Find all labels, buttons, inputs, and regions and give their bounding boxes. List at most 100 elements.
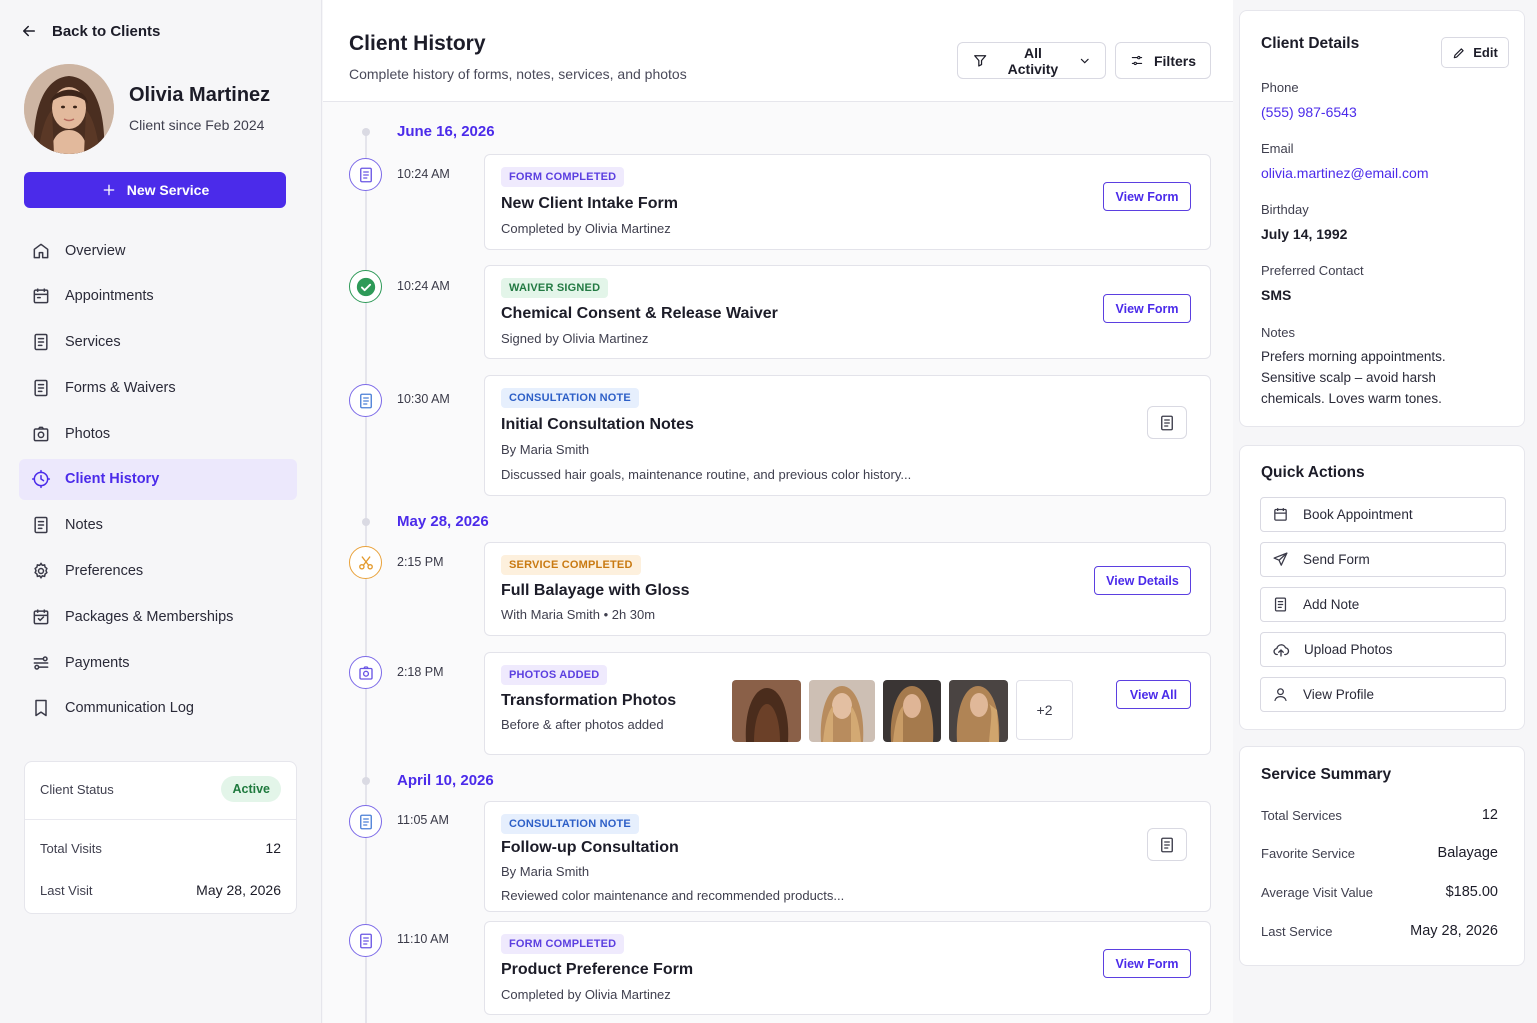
client-name: Olivia Martinez bbox=[129, 84, 271, 106]
page-title: Client History bbox=[349, 32, 486, 55]
view-details-button[interactable]: View Details bbox=[1094, 566, 1191, 595]
email-link[interactable]: olivia.martinez@email.com bbox=[1261, 165, 1428, 181]
quick-action-label: Upload Photos bbox=[1304, 642, 1393, 657]
sidebar-item-label: Client History bbox=[65, 471, 160, 488]
filters-button[interactable]: Filters bbox=[1115, 42, 1211, 79]
upload-photos-button[interactable]: Upload Photos bbox=[1260, 632, 1506, 667]
entry-tag: CONSULTATION NOTE bbox=[501, 814, 639, 834]
service-summary-panel: Service Summary Total Services 12 Favori… bbox=[1239, 746, 1525, 966]
add-note-button[interactable]: Add Note bbox=[1260, 587, 1506, 622]
sidebar-item-label: Payments bbox=[65, 654, 130, 671]
entry-time: 10:24 AM bbox=[397, 279, 450, 293]
entry-tag: PHOTOS ADDED bbox=[501, 665, 608, 685]
quick-actions-title: Quick Actions bbox=[1261, 464, 1365, 481]
entry-subtitle: Completed by Olivia Martinez bbox=[501, 987, 671, 1002]
service-summary-title: Service Summary bbox=[1261, 766, 1392, 783]
entry-tag: FORM COMPLETED bbox=[501, 934, 625, 954]
pencil-icon bbox=[1453, 47, 1464, 58]
bookmark-icon bbox=[35, 700, 47, 717]
view-note-button[interactable] bbox=[1147, 828, 1187, 861]
new-service-button[interactable]: New Service bbox=[24, 172, 286, 208]
notes-label: Notes bbox=[1261, 325, 1295, 340]
sidebar-item-payments[interactable]: Payments bbox=[19, 642, 297, 683]
view-form-button[interactable]: View Form bbox=[1103, 949, 1191, 978]
photo-thumbnail[interactable] bbox=[732, 680, 801, 742]
back-to-clients-link[interactable]: Back to Clients bbox=[20, 22, 160, 40]
summary-value: 12 bbox=[1481, 807, 1498, 823]
view-all-button[interactable]: View All bbox=[1116, 680, 1191, 709]
edit-button[interactable]: Edit bbox=[1441, 37, 1509, 68]
entry-description: Discussed hair goals, maintenance routin… bbox=[501, 467, 912, 482]
sidebar-item-appointments[interactable]: Appointments bbox=[19, 276, 297, 317]
filters-label: Filters bbox=[1153, 52, 1196, 69]
more-photos-button[interactable]: +2 bbox=[1016, 680, 1073, 740]
summary-label: Average Visit Value bbox=[1261, 884, 1374, 900]
sidebar-nav: Overview Appointments Services Forms & W… bbox=[19, 230, 297, 734]
activity-filter-dropdown[interactable]: All Activity bbox=[957, 42, 1106, 79]
entry-subtitle: By Maria Smith bbox=[501, 442, 590, 457]
summary-row: Average Visit Value $185.00 bbox=[1261, 884, 1498, 900]
divider bbox=[25, 819, 296, 820]
document-icon bbox=[1161, 415, 1173, 430]
view-form-button[interactable]: View Form bbox=[1103, 294, 1191, 323]
note-icon bbox=[349, 805, 382, 838]
timeline-entry-card: FORM COMPLETED New Client Intake Form Co… bbox=[484, 154, 1211, 250]
entry-tag: WAIVER SIGNED bbox=[501, 278, 609, 298]
summary-row: Total Services 12 bbox=[1261, 807, 1498, 823]
summary-value: $185.00 bbox=[1445, 884, 1498, 900]
last-visit-value: May 28, 2026 bbox=[196, 882, 281, 898]
photo-thumbnail[interactable] bbox=[883, 680, 941, 742]
sidebar-item-forms-waivers[interactable]: Forms & Waivers bbox=[19, 367, 297, 408]
sidebar-item-communication-log[interactable]: Communication Log bbox=[19, 688, 297, 729]
timeline-entry-card: SERVICE COMPLETED Full Balayage with Glo… bbox=[484, 542, 1211, 636]
preferred-contact-label: Preferred Contact bbox=[1261, 263, 1364, 278]
timeline-entry-card: CONSULTATION NOTE Initial Consultation N… bbox=[484, 375, 1211, 496]
entry-title: Product Preference Form bbox=[501, 961, 694, 978]
sidebar-item-services[interactable]: Services bbox=[19, 322, 297, 363]
view-form-button[interactable]: View Form bbox=[1103, 182, 1191, 211]
sidebar-item-notes[interactable]: Notes bbox=[19, 505, 297, 546]
document-icon bbox=[34, 379, 48, 397]
summary-value: May 28, 2026 bbox=[1410, 923, 1498, 939]
photo-thumbnail[interactable] bbox=[949, 680, 1008, 742]
home-icon bbox=[33, 243, 49, 258]
preferred-contact-value: SMS bbox=[1261, 287, 1292, 303]
entry-time: 10:30 AM bbox=[397, 392, 450, 406]
client-details-panel: Client Details Edit Phone (555) 987-6543… bbox=[1239, 10, 1525, 427]
sidebar-item-packages-memberships[interactable]: Packages & Memberships bbox=[19, 596, 297, 637]
entry-time: 10:24 AM bbox=[397, 167, 450, 181]
sidebar-item-client-history[interactable]: Client History bbox=[19, 458, 297, 500]
view-profile-button[interactable]: View Profile bbox=[1260, 677, 1506, 712]
calendar-icon bbox=[1274, 508, 1287, 521]
entry-time: 2:15 PM bbox=[397, 555, 444, 569]
entry-subtitle: Completed by Olivia Martinez bbox=[501, 221, 671, 236]
timeline-date: June 16, 2026 bbox=[397, 123, 495, 140]
photo-thumbnail[interactable] bbox=[809, 680, 875, 742]
note-icon bbox=[349, 384, 382, 417]
timeline-entry-card: WAIVER SIGNED Chemical Consent & Release… bbox=[484, 265, 1211, 359]
summary-row: Favorite Service Balayage bbox=[1261, 845, 1498, 861]
send-form-button[interactable]: Send Form bbox=[1260, 542, 1506, 577]
entry-subtitle: Before & after photos added bbox=[501, 717, 664, 732]
sidebar-item-overview[interactable]: Overview bbox=[19, 230, 297, 271]
sidebar-item-photos[interactable]: Photos bbox=[19, 413, 297, 454]
sidebar-item-label: Preferences bbox=[65, 563, 144, 580]
activity-filter-label: All Activity bbox=[1007, 44, 1059, 77]
page-subtitle: Complete history of forms, notes, servic… bbox=[349, 66, 687, 82]
user-icon bbox=[1274, 688, 1287, 702]
summary-label: Favorite Service bbox=[1261, 845, 1355, 861]
sidebar-item-label: Forms & Waivers bbox=[65, 379, 176, 396]
plus-icon bbox=[103, 184, 115, 196]
chevron-down-icon bbox=[1080, 58, 1089, 63]
entry-title: Full Balayage with Gloss bbox=[501, 582, 690, 599]
entry-tag: SERVICE COMPLETED bbox=[501, 555, 641, 575]
phone-link[interactable]: (555) 987-6543 bbox=[1261, 104, 1357, 120]
book-appointment-button[interactable]: Book Appointment bbox=[1260, 497, 1506, 532]
entry-title: Initial Consultation Notes bbox=[501, 416, 694, 433]
gear-icon bbox=[34, 562, 48, 580]
view-note-button[interactable] bbox=[1147, 406, 1187, 439]
check-circle-icon bbox=[349, 270, 382, 303]
entry-time: 2:18 PM bbox=[397, 665, 444, 679]
sidebar-item-preferences[interactable]: Preferences bbox=[19, 551, 297, 592]
status-badge: Active bbox=[221, 776, 281, 802]
